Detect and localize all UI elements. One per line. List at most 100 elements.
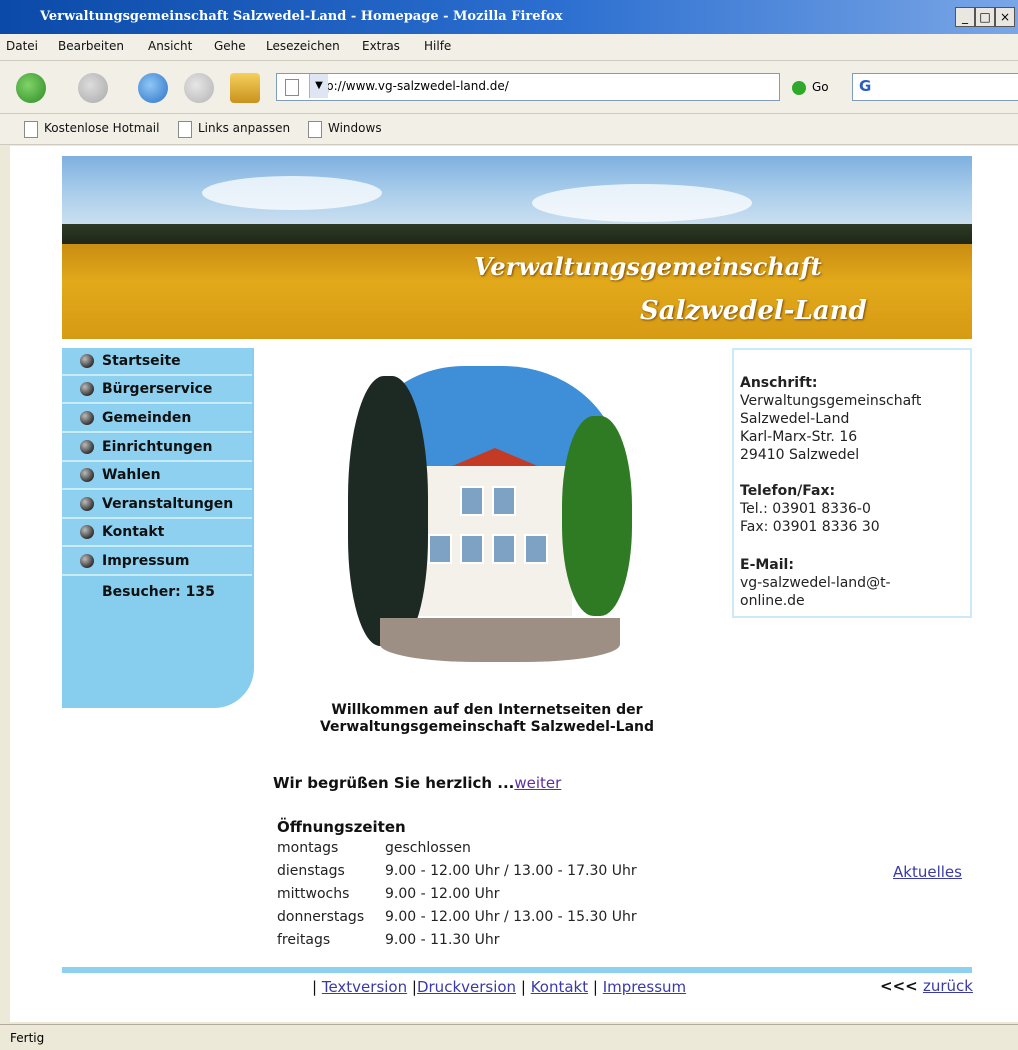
bookmark-windows[interactable]: Windows: [308, 121, 382, 138]
menu-datei[interactable]: Datei: [6, 39, 38, 53]
menu-bearbeiten[interactable]: Bearbeiten: [58, 39, 124, 53]
banner-cloud: [532, 184, 752, 222]
visitor-counter: Besucher: 135: [102, 584, 215, 600]
nav-item-impressum[interactable]: Impressum: [62, 548, 252, 576]
photo-tree: [562, 416, 632, 616]
back-navigation: <<< zurück: [880, 977, 973, 995]
url-dropdown-icon[interactable]: ▼: [309, 74, 328, 98]
footer-divider: [62, 967, 972, 973]
bullet-icon: [80, 525, 94, 539]
forward-arrow-icon[interactable]: [78, 73, 108, 103]
nav-item-wahlen[interactable]: Wahlen: [62, 462, 252, 490]
header-banner: Verwaltungsgemeinschaft Salzwedel-Land: [62, 156, 972, 339]
banner-title-line1: Verwaltungsgemeinschaft: [474, 252, 822, 281]
bullet-icon: [80, 468, 94, 482]
photo-window: [492, 486, 516, 516]
email-line2: online.de: [740, 593, 805, 609]
email-heading: E-Mail:: [740, 557, 794, 573]
photo-tree: [348, 376, 428, 646]
photo-window: [460, 486, 484, 516]
google-search-icon: G: [859, 77, 872, 95]
status-text: Fertig: [10, 1031, 45, 1045]
url-text[interactable]: http://www.vg-salzwedel-land.de/: [309, 79, 509, 93]
hours-row: montags geschlossen: [277, 840, 471, 856]
fax-number: Fax: 03901 8336 30: [740, 519, 880, 535]
town-hall-photo: [340, 356, 640, 676]
menu-bar: Datei Bearbeiten Ansicht Gehe Lesezeiche…: [0, 34, 1018, 61]
photo-window: [524, 534, 548, 564]
textversion-link[interactable]: Textversion: [322, 978, 407, 996]
minimize-button[interactable]: _: [955, 7, 975, 27]
nav-item-kontakt[interactable]: Kontakt: [62, 519, 252, 547]
zurueck-link[interactable]: zurück: [923, 977, 973, 995]
nav-item-einrichtungen[interactable]: Einrichtungen: [62, 434, 252, 462]
menu-lesezeichen[interactable]: Lesezeichen: [266, 39, 340, 53]
phone-heading: Telefon/Fax:: [740, 483, 836, 499]
aktuelles-link[interactable]: Aktuelles: [893, 863, 962, 881]
address-line: Salzwedel-Land: [740, 411, 850, 427]
banner-cloud: [202, 176, 382, 210]
back-arrow-icon[interactable]: [16, 73, 46, 103]
welcome-text: Willkommen auf den Internetseiten der Ve…: [319, 702, 655, 735]
address-line: Verwaltungsgemeinschaft: [740, 393, 922, 409]
bullet-icon: [80, 440, 94, 454]
banner-title-line2: Salzwedel-Land: [640, 296, 867, 326]
kontakt-link[interactable]: Kontakt: [531, 978, 588, 996]
status-bar: Fertig: [0, 1024, 1018, 1050]
bookmarks-bar: Kostenlose Hotmail Links anpassen Window…: [0, 114, 1018, 145]
hours-row: donnerstags 9.00 - 12.00 Uhr / 13.00 - 15…: [277, 909, 637, 925]
bullet-icon: [80, 497, 94, 511]
impressum-link[interactable]: Impressum: [603, 978, 686, 996]
banner-treeline: [62, 224, 972, 246]
nav-item-veranstaltungen[interactable]: Veranstaltungen: [62, 491, 252, 519]
bullet-icon: [80, 554, 94, 568]
footer-links: | Textversion |Druckversion | Kontakt | …: [312, 978, 687, 996]
menu-gehe[interactable]: Gehe: [214, 39, 246, 53]
home-icon[interactable]: [230, 73, 260, 103]
hours-row: mittwochs 9.00 - 12.00 Uhr: [277, 886, 500, 902]
maximize-button[interactable]: □: [975, 7, 995, 27]
reload-icon[interactable]: [138, 73, 168, 103]
bookmark-icon: [308, 121, 322, 138]
url-bar[interactable]: http://www.vg-salzwedel-land.de/ ▼: [276, 73, 780, 101]
opening-hours-heading: Öffnungszeiten: [277, 818, 406, 836]
page-icon: [285, 79, 299, 96]
nav-item-gemeinden[interactable]: Gemeinden: [62, 405, 252, 433]
photo-window: [492, 534, 516, 564]
greeting: Wir begrüßen Sie herzlich ...weiter: [273, 774, 562, 792]
title-bar: Verwaltungsgemeinschaft Salzwedel-Land -…: [0, 0, 1018, 34]
bullet-icon: [80, 382, 94, 396]
address-heading: Anschrift:: [740, 375, 818, 391]
nav-item-startseite[interactable]: Startseite: [62, 348, 252, 376]
druckversion-link[interactable]: Druckversion: [417, 978, 516, 996]
bullet-icon: [80, 354, 94, 368]
bookmark-links-anpassen[interactable]: Links anpassen: [178, 121, 290, 138]
menu-hilfe[interactable]: Hilfe: [424, 39, 451, 53]
photo-ground: [380, 618, 620, 662]
menu-ansicht[interactable]: Ansicht: [148, 39, 192, 53]
left-navigation: Startseite Bürgerservice Gemeinden Einri…: [62, 348, 254, 708]
page-viewport: Verwaltungsgemeinschaft Salzwedel-Land S…: [10, 146, 1018, 1022]
hours-row: dienstags 9.00 - 12.00 Uhr / 13.00 - 17.3…: [277, 863, 637, 879]
menu-extras[interactable]: Extras: [362, 39, 400, 53]
address-line: 29410 Salzwedel: [740, 447, 860, 463]
photo-window: [460, 534, 484, 564]
bookmark-hotmail[interactable]: Kostenlose Hotmail: [24, 121, 159, 138]
stop-icon[interactable]: [184, 73, 214, 103]
browser-window: Verwaltungsgemeinschaft Salzwedel-Land -…: [0, 0, 1018, 1050]
photo-window: [428, 534, 452, 564]
address-box: Anschrift: Verwaltungsgemeinschaft Salzw…: [732, 348, 972, 618]
nav-item-buergerservice[interactable]: Bürgerservice: [62, 376, 252, 404]
bookmark-icon: [24, 121, 38, 138]
bullet-icon: [80, 411, 94, 425]
close-button[interactable]: ×: [995, 7, 1015, 27]
search-box[interactable]: G: [852, 73, 1018, 101]
weiter-link[interactable]: weiter: [514, 774, 561, 792]
bookmark-icon: [178, 121, 192, 138]
go-icon[interactable]: [792, 81, 806, 95]
window-title: Verwaltungsgemeinschaft Salzwedel-Land -…: [40, 9, 563, 24]
address-line: Karl-Marx-Str. 16: [740, 429, 858, 445]
email-line1: vg-salzwedel-land@t-: [740, 575, 891, 591]
go-button[interactable]: Go: [812, 80, 829, 94]
phone-number: Tel.: 03901 8336-0: [740, 501, 871, 517]
